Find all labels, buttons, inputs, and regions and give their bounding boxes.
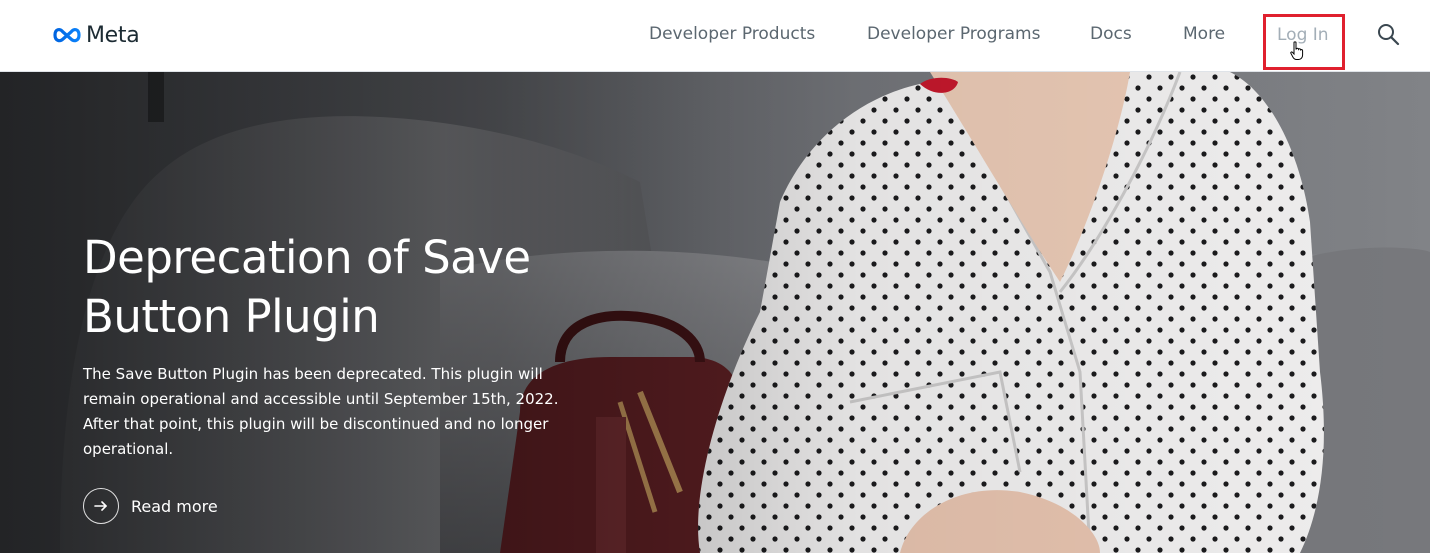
read-more-circle (83, 488, 119, 524)
login-highlight-box: Log In (1263, 14, 1345, 70)
hero-title: Deprecation of Save Button Plugin (83, 231, 531, 343)
search-button[interactable] (1376, 22, 1402, 48)
nav-more[interactable]: More (1183, 24, 1225, 44)
meta-wordmark: Meta (86, 22, 140, 48)
search-icon (1378, 24, 1400, 46)
arrow-right-icon (94, 501, 107, 511)
nav-developer-programs[interactable]: Developer Programs (867, 24, 1040, 44)
hero-banner: Deprecation of Save Button Plugin The Sa… (0, 72, 1430, 553)
nav-docs[interactable]: Docs (1090, 24, 1132, 44)
meta-infinity-logo-icon (53, 28, 81, 43)
hand-pointer-icon (1290, 41, 1304, 60)
read-more-link[interactable]: Read more (83, 487, 218, 525)
nav-developer-products[interactable]: Developer Products (649, 24, 815, 44)
read-more-label: Read more (131, 496, 218, 516)
site-header: Meta Developer Products Developer Progra… (0, 0, 1430, 72)
hero-description: The Save Button Plugin has been deprecat… (83, 365, 559, 458)
meta-logo[interactable]: Meta (52, 22, 140, 48)
